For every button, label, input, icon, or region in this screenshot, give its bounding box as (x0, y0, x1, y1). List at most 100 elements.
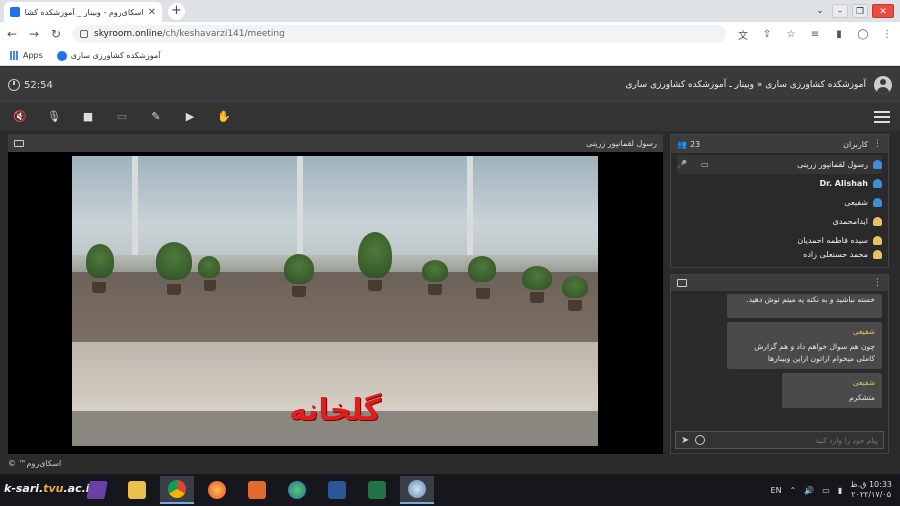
users-menu-icon[interactable]: ⋮ (873, 139, 882, 149)
minimize-button[interactable]: – (832, 4, 848, 18)
app-orange-icon[interactable] (240, 476, 274, 504)
user-icon (873, 198, 882, 207)
users-count: 👥 23 (677, 140, 700, 149)
browser-tab-bar: اسکای‌روم - وبینار _ آموزشکده کشاورزی ✕ … (0, 0, 900, 22)
bookmark-star-icon[interactable]: ☆ (784, 29, 798, 40)
profile-icon[interactable]: ◯ (856, 29, 870, 40)
bookmark-label: آموزشکده کشاورزی ساری (70, 51, 161, 60)
forward-icon[interactable]: → (28, 27, 40, 41)
skyroom-icon (56, 50, 67, 61)
camera-icon[interactable]: ■ (78, 108, 98, 126)
url-field[interactable]: skyroom.online/ch/keshavarzi141/meeting (72, 25, 726, 43)
brush-icon[interactable]: ✎ (146, 108, 166, 126)
users-header: 👥 23 کاربران ⋮ (671, 135, 888, 153)
url-path: /ch/keshavarzi141/meeting (162, 29, 285, 39)
timer-text: 52:54 (24, 79, 53, 91)
volume-icon[interactable]: 🔊 (804, 486, 814, 495)
raise-hand-icon[interactable]: ✋ (214, 108, 234, 126)
meeting-toolbar: 🔇 🎙 ■ ▭ ✎ ▶ ✋ (0, 103, 900, 131)
message-text: متشکرم (849, 393, 875, 402)
reading-list-icon[interactable]: ≡ (808, 29, 822, 40)
user-name: سیده فاطمه احمدیان (797, 236, 868, 245)
close-window-button[interactable]: ✕ (872, 4, 894, 18)
tray-arrow-icon[interactable]: ⌃ (790, 486, 797, 495)
user-row[interactable]: 🎤 ▭ رسول لقمانپور زرینی (677, 155, 882, 174)
language-indicator[interactable]: EN (771, 486, 782, 495)
share-icon[interactable]: ⇪ (760, 29, 774, 40)
network-icon[interactable]: ▭ (822, 486, 830, 495)
video-stream[interactable]: گلخانه (72, 156, 598, 446)
user-icon (873, 250, 882, 259)
screen-share-icon[interactable]: ▭ (112, 108, 132, 126)
firefox-icon[interactable] (200, 476, 234, 504)
user-row[interactable]: سیده فاطمه احمدیان (677, 231, 882, 250)
user-name: ایدامحمدی (832, 217, 868, 226)
user-account-icon[interactable] (874, 76, 892, 94)
maximize-button[interactable]: ❐ (852, 4, 868, 18)
soil-bed (72, 272, 598, 342)
message-author: شفیعی (852, 327, 875, 336)
clock-icon (8, 79, 20, 91)
monitor-icon[interactable] (14, 139, 24, 147)
bookmark-skyroom[interactable]: آموزشکده کشاورزی ساری (56, 50, 161, 61)
video-header: رسول لقمانپور زرینی (8, 134, 663, 152)
chat-messages: خسته نباشید و به نکته یه میتم توش دهید. … (671, 291, 888, 411)
browser-menu-icon[interactable]: ⋮ (880, 29, 894, 40)
user-row[interactable]: ایدامحمدی (677, 212, 882, 231)
users-count-text: 23 (689, 139, 701, 149)
reload-icon[interactable]: ↻ (50, 27, 62, 41)
users-panel: 👥 23 کاربران ⋮ 🎤 ▭ رسول لقمانپور زرینی D… (670, 134, 889, 268)
file-explorer-icon[interactable] (120, 476, 154, 504)
visual-studio-icon[interactable] (80, 476, 114, 504)
user-name: رسول لقمانپور زرینی (797, 160, 868, 169)
user-icon (873, 217, 882, 226)
new-tab-button[interactable]: + (168, 3, 185, 20)
user-name: Dr. Alishah (819, 179, 869, 188)
user-name: محمد حسنعلی زاده (803, 250, 868, 259)
network-globe-icon[interactable] (280, 476, 314, 504)
hamburger-menu-icon[interactable] (874, 111, 890, 123)
word-icon[interactable] (320, 476, 354, 504)
user-row[interactable]: شفیعی (677, 193, 882, 212)
skyroom-brand: اسکای‌روم™ © (8, 459, 62, 468)
clock-date: ۲۰۲۲/۱۷/۰۵ (851, 490, 891, 499)
screen-icon[interactable]: ▭ (701, 160, 709, 169)
system-tray: EN ⌃ 🔊 ▭ ▮ 10:33 ق.ظ ۲۰۲۲/۱۷/۰۵ (771, 480, 892, 500)
tab-title: اسکای‌روم - وبینار _ آموزشکده کشاورزی (25, 7, 144, 17)
speaker-name: رسول لقمانپور زرینی (586, 138, 657, 148)
chat-menu-icon[interactable]: ⋮ (873, 278, 882, 288)
battery-icon[interactable]: ▮ (838, 486, 842, 495)
chat-message: خسته نباشید و به نکته یه میتم توش دهید. (727, 294, 882, 318)
url-host: skyroom.online (94, 29, 163, 39)
play-media-icon[interactable]: ▶ (180, 108, 200, 126)
user-icon (873, 179, 882, 188)
excel-icon[interactable] (360, 476, 394, 504)
translate-icon[interactable]: 文 (736, 27, 750, 42)
chat-input[interactable] (711, 435, 878, 445)
browser-tab[interactable]: اسکای‌روم - وبینار _ آموزشکده کشاورزی ✕ (4, 2, 162, 22)
side-panel-icon[interactable]: ▮ (832, 29, 846, 40)
chrome-icon[interactable] (160, 476, 194, 504)
mic-off-icon[interactable]: 🎙 (44, 108, 64, 126)
windows-taskbar: k-sari.tvu.ac.ir EN ⌃ 🔊 ▭ ▮ 10:33 ق.ظ ۲۰… (0, 474, 900, 506)
close-tab-icon[interactable]: ✕ (148, 7, 156, 18)
users-label: کاربران (843, 139, 868, 149)
users-list: 🎤 ▭ رسول لقمانپور زرینی Dr. Alishah شفیع… (671, 153, 888, 262)
bookmark-apps[interactable]: Apps (10, 51, 43, 60)
microphone-icon[interactable]: 🎤 (677, 160, 687, 169)
people-icon: 👥 (677, 139, 687, 149)
address-bar: ← → ↻ skyroom.online/ch/keshavarzi141/me… (0, 22, 900, 46)
user-name: شفیعی (844, 198, 868, 207)
user-row[interactable]: محمد حسنعلی زاده (677, 250, 882, 260)
media-player-icon[interactable] (400, 476, 434, 504)
send-icon[interactable]: ➤ (681, 435, 689, 446)
chat-message: شفیعی چون هم سوال خواهم داد و هم گزارش ک… (727, 322, 882, 369)
download-icon[interactable]: ⌄ (812, 4, 828, 18)
emoji-icon[interactable] (695, 435, 706, 445)
bookmarks-bar: Apps آموزشکده کشاورزی ساری (0, 46, 900, 66)
speaker-mute-icon[interactable]: 🔇 (10, 108, 30, 126)
back-icon[interactable]: ← (6, 27, 18, 41)
taskbar-clock[interactable]: 10:33 ق.ظ ۲۰۲۲/۱۷/۰۵ (850, 480, 892, 500)
user-row[interactable]: Dr. Alishah (677, 174, 882, 193)
meeting-header: 52:54 آموزشکده کشاورزی ساری « وبینار ـ آ… (0, 67, 900, 103)
